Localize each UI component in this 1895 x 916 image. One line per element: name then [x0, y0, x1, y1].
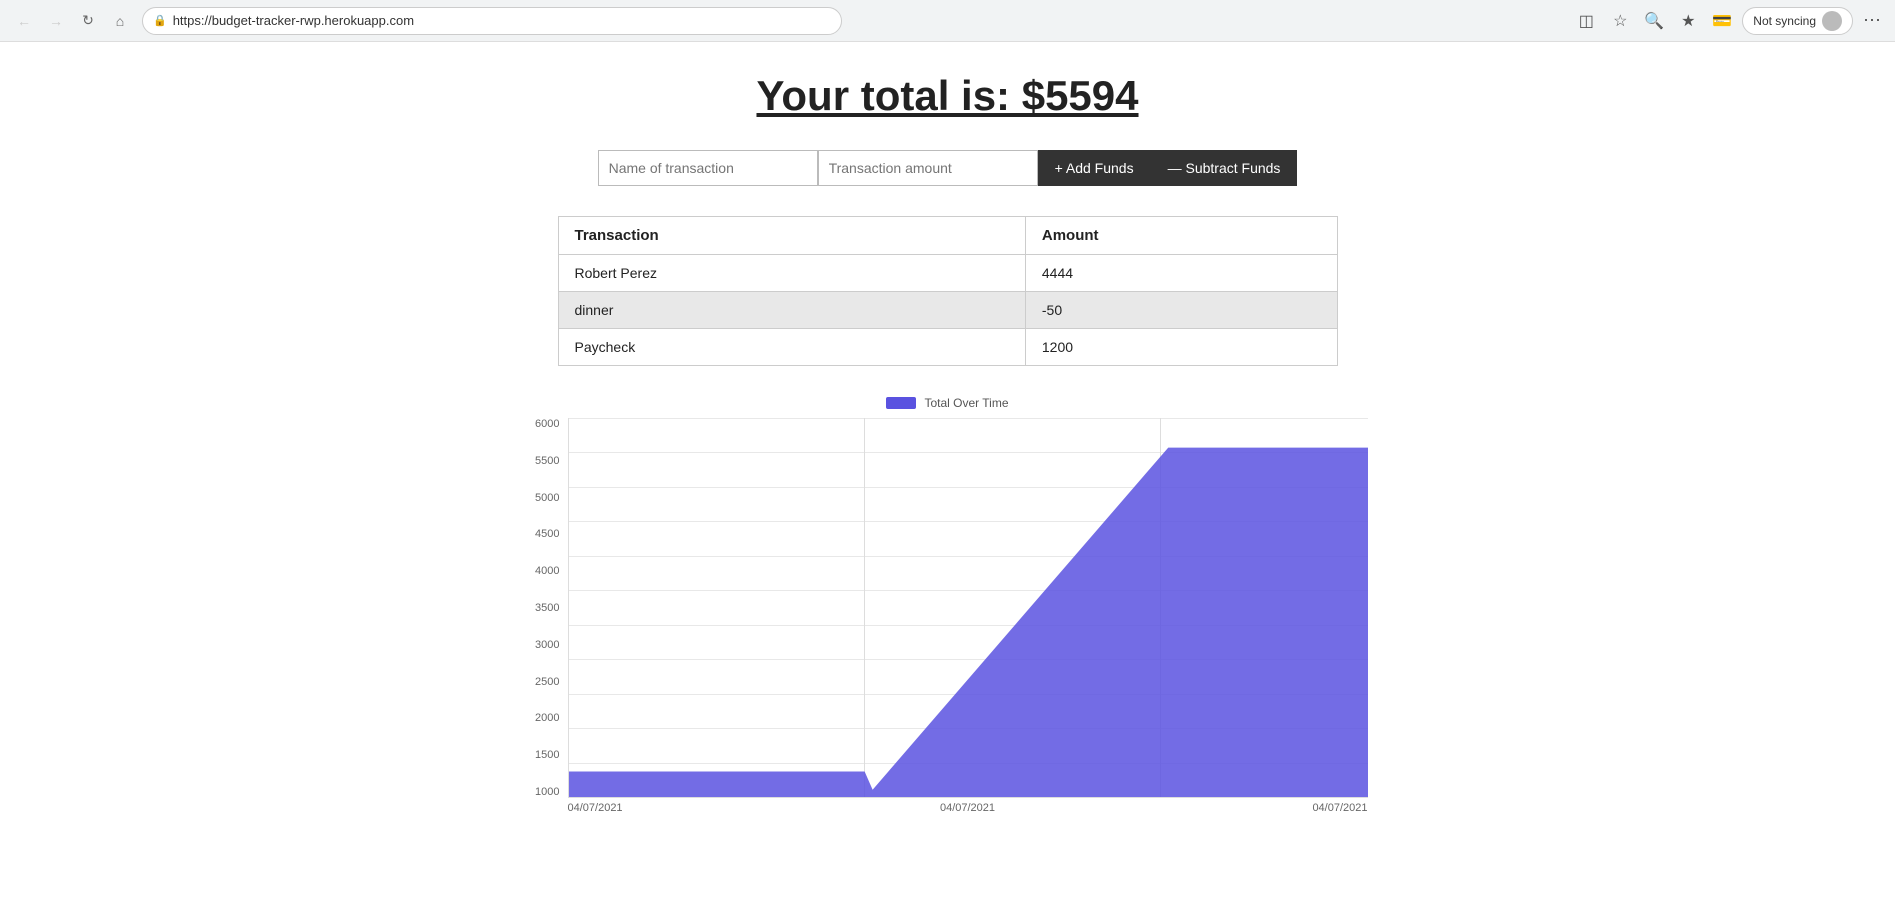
favorites-bar-button[interactable]: ★: [1674, 7, 1702, 35]
not-syncing-button[interactable]: Not syncing: [1742, 7, 1853, 35]
not-syncing-label: Not syncing: [1753, 14, 1816, 28]
table-cell-transaction: Paycheck: [558, 329, 1025, 366]
chart-legend: Total Over Time: [528, 396, 1368, 410]
page-content: Your total is: $5594 + Add Funds — Subtr…: [0, 42, 1895, 916]
chart-container: Total Over Time 6000 5500 5000 4500 4000 3500…: [528, 396, 1368, 814]
y-axis-label: 2000: [535, 712, 559, 724]
y-axis-label: 1000: [535, 786, 559, 798]
table-row: dinner-50: [558, 292, 1337, 329]
col-header-transaction: Transaction: [558, 217, 1025, 255]
url-text: https://budget-tracker-rwp.herokuapp.com: [173, 13, 414, 28]
y-axis-label: 4500: [535, 528, 559, 540]
y-axis-label: 2500: [535, 676, 559, 688]
y-axis-label: 3500: [535, 602, 559, 614]
lock-icon: 🔒: [153, 14, 167, 27]
table-cell-amount: -50: [1025, 292, 1337, 329]
browser-menu-button[interactable]: ⋯: [1859, 6, 1885, 35]
x-axis-label: 04/07/2021: [568, 802, 623, 814]
y-axis: 6000 5500 5000 4500 4000 3500 3000 2500 2000 1500…: [528, 418, 568, 798]
extensions-button[interactable]: ◫: [1572, 7, 1600, 35]
toolbar-right: ◫ ☆ 🔍 ★ 💳 Not syncing ⋯: [1572, 6, 1885, 35]
home-button[interactable]: ⌂: [106, 7, 134, 35]
forward-button[interactable]: →: [42, 7, 70, 35]
table-cell-transaction: Robert Perez: [558, 255, 1025, 292]
table-cell-transaction: dinner: [558, 292, 1025, 329]
x-axis: 04/07/2021 04/07/2021 04/07/2021: [528, 802, 1368, 814]
x-axis-label: 04/07/2021: [940, 802, 995, 814]
y-axis-label: 5000: [535, 492, 559, 504]
transactions-table: Transaction Amount Robert Perez4444dinne…: [558, 216, 1338, 366]
nav-buttons: ← → ↻ ⌂: [10, 7, 134, 35]
add-funds-button[interactable]: + Add Funds: [1038, 150, 1151, 186]
y-axis-label: 5500: [535, 455, 559, 467]
x-axis-label: 04/07/2021: [1312, 802, 1367, 814]
back-button[interactable]: ←: [10, 7, 38, 35]
table-row: Robert Perez4444: [558, 255, 1337, 292]
collections-button[interactable]: 🔍: [1640, 7, 1668, 35]
table-cell-amount: 4444: [1025, 255, 1337, 292]
input-row: + Add Funds — Subtract Funds: [598, 150, 1298, 186]
y-axis-label: 1500: [535, 749, 559, 761]
table-row: Paycheck1200: [558, 329, 1337, 366]
reload-button[interactable]: ↻: [74, 7, 102, 35]
table-cell-amount: 1200: [1025, 329, 1337, 366]
browser-chrome: ← → ↻ ⌂ 🔒 https://budget-tracker-rwp.her…: [0, 0, 1895, 42]
transaction-name-input[interactable]: [598, 150, 818, 186]
profile-avatar: [1822, 11, 1842, 31]
col-header-amount: Amount: [1025, 217, 1337, 255]
y-axis-label: 3000: [535, 639, 559, 651]
transaction-amount-input[interactable]: [818, 150, 1038, 186]
legend-label: Total Over Time: [924, 396, 1008, 410]
favorites-button[interactable]: ☆: [1606, 7, 1634, 35]
legend-color-box: [886, 397, 916, 409]
y-axis-label: 6000: [535, 418, 559, 430]
subtract-funds-button[interactable]: — Subtract Funds: [1151, 150, 1298, 186]
page-title: Your total is: $5594: [756, 72, 1138, 120]
chart-area: [568, 418, 1368, 798]
y-axis-label: 4000: [535, 565, 559, 577]
address-bar[interactable]: 🔒 https://budget-tracker-rwp.herokuapp.c…: [142, 7, 842, 35]
chart-wrapper: 6000 5500 5000 4500 4000 3500 3000 2500 2000 1500…: [528, 418, 1368, 798]
browser-wallet-button[interactable]: 💳: [1708, 7, 1736, 35]
